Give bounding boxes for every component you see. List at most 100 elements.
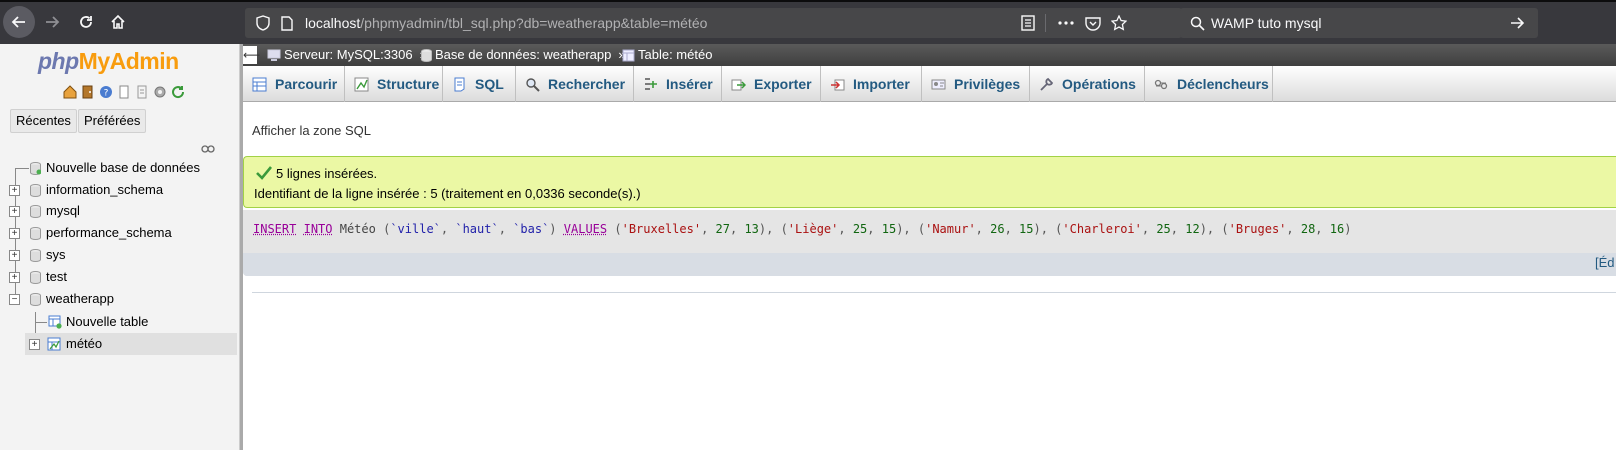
- settings-gear-icon[interactable]: [152, 84, 168, 100]
- browser-toolbar: localhost/phpmyadmin/tbl_sql.php?db=weat…: [0, 0, 1616, 44]
- collapse-icon[interactable]: −: [9, 294, 20, 305]
- forward-button[interactable]: [36, 6, 68, 38]
- tab-rechercher[interactable]: Rechercher: [516, 66, 634, 102]
- reload-button[interactable]: [70, 6, 102, 38]
- breadcrumb-database[interactable]: Base de données: weatherapp »: [421, 44, 626, 66]
- database-icon: [30, 205, 41, 218]
- tab-label: Opérations: [1062, 76, 1136, 92]
- home-button[interactable]: [102, 6, 134, 38]
- expand-icon[interactable]: +: [9, 272, 20, 283]
- import-icon: [829, 76, 845, 92]
- tree-item-database[interactable]: + mysql: [0, 200, 237, 222]
- tree-item-database-weatherapp[interactable]: − weatherapp: [0, 288, 237, 310]
- favorite-tables-button[interactable]: Préférées: [78, 109, 147, 133]
- reader-view-icon[interactable]: [1018, 13, 1038, 33]
- tree-item-new-database[interactable]: Nouvelle base de données: [0, 157, 237, 179]
- edit-inline-link[interactable]: [Éd: [1595, 255, 1615, 270]
- search-query[interactable]: WAMP tuto mysql: [1211, 15, 1321, 31]
- sql-number: 26: [990, 222, 1005, 236]
- breadcrumb-table[interactable]: Table: météo: [622, 44, 712, 66]
- tree-item-table-meteo[interactable]: + météo: [25, 333, 237, 355]
- expand-icon[interactable]: +: [9, 185, 20, 196]
- tab-strip-edge: [0, 0, 1616, 2]
- tab-importer[interactable]: Importer: [821, 66, 922, 102]
- tab-sql[interactable]: SQL: [443, 66, 516, 102]
- database-icon: [30, 184, 41, 197]
- table-tabs: Parcourir Structure SQL Rechercher Insér…: [243, 66, 1616, 102]
- breadcrumb-database-label: Base de données: weatherapp: [435, 47, 612, 62]
- sql-number: 13: [744, 222, 759, 236]
- sql-number: 25: [852, 222, 868, 236]
- help-icon[interactable]: ?: [98, 84, 114, 100]
- expand-icon[interactable]: +: [9, 250, 20, 261]
- breadcrumb-table-label: Table: météo: [638, 47, 713, 62]
- pocket-icon[interactable]: [1083, 13, 1103, 33]
- tree-item-label: information_schema: [46, 182, 164, 197]
- reload-nav-icon[interactable]: [170, 84, 186, 100]
- sql-string: 'Bruxelles': [621, 222, 702, 236]
- success-message: 5 lignes insérées. Identifiant de la lig…: [243, 156, 1616, 208]
- home-icon[interactable]: [62, 84, 78, 100]
- expand-icon[interactable]: +: [9, 206, 20, 217]
- search-icon: [1187, 13, 1207, 33]
- sql-string: 'Namur': [925, 222, 976, 236]
- sql-table-name: Météo: [339, 222, 376, 236]
- shield-icon[interactable]: [253, 13, 273, 33]
- tab-privileges[interactable]: Privilèges: [922, 66, 1030, 102]
- sql-number: 16: [1329, 222, 1345, 236]
- urlbar-separator: [1045, 14, 1046, 32]
- tab-exporter[interactable]: Exporter: [722, 66, 821, 102]
- table-add-icon: [48, 315, 62, 329]
- collapse-nav-arrow-icon[interactable]: ⟵: [243, 46, 260, 64]
- back-button[interactable]: [3, 6, 35, 38]
- tree-item-label: performance_schema: [46, 225, 172, 240]
- tree-item-label: mysql: [46, 203, 80, 218]
- sql-keyword[interactable]: INTO: [304, 222, 333, 236]
- sql-number: 15: [1019, 222, 1034, 236]
- expand-icon[interactable]: +: [9, 228, 20, 239]
- tab-label: Parcourir: [275, 76, 338, 92]
- sql-string: 'Charleroi': [1062, 222, 1142, 236]
- tree-item-database[interactable]: + performance_schema: [0, 222, 237, 244]
- tab-parcourir[interactable]: Parcourir: [243, 66, 345, 102]
- tab-label: Importer: [853, 76, 910, 92]
- export-icon: [730, 76, 746, 92]
- tree-item-database[interactable]: + test: [0, 266, 237, 288]
- tab-inserer[interactable]: Insérer: [634, 66, 722, 102]
- sql-number: 12: [1185, 222, 1200, 236]
- tab-operations[interactable]: Opérations: [1030, 66, 1145, 102]
- nav-quick-icons: ?: [62, 84, 186, 102]
- tree-item-database[interactable]: + sys: [0, 244, 237, 266]
- tab-label: Déclencheurs: [1177, 76, 1269, 92]
- bookmark-star-icon[interactable]: [1109, 13, 1129, 33]
- sql-keyword[interactable]: INSERT: [253, 222, 296, 236]
- recent-tables-button[interactable]: Récentes: [10, 109, 77, 133]
- documentation-icon[interactable]: [116, 84, 132, 100]
- more-actions-icon[interactable]: [1056, 13, 1076, 33]
- url-bar[interactable]: localhost/phpmyadmin/tbl_sql.php?db=weat…: [245, 8, 1182, 38]
- breadcrumb-server[interactable]: Serveur: MySQL:3306 »: [267, 44, 427, 66]
- tab-structure[interactable]: Structure: [345, 66, 443, 102]
- url-text[interactable]: localhost/phpmyadmin/tbl_sql.php?db=weat…: [305, 15, 707, 31]
- tab-declencheurs[interactable]: Déclencheurs: [1145, 66, 1273, 102]
- privileges-icon: [930, 76, 946, 92]
- show-sql-box-link[interactable]: Afficher la zone SQL: [252, 123, 371, 138]
- rows-inserted-text: 5 lignes insérées.: [276, 166, 378, 181]
- breadcrumb: Serveur: MySQL:3306 » Base de données: w…: [243, 44, 1616, 66]
- sql-number: 25: [1156, 222, 1171, 236]
- database-icon: [30, 227, 41, 240]
- sql-docs-icon[interactable]: [134, 84, 150, 100]
- breadcrumb-server-label: Serveur: MySQL:3306: [284, 47, 413, 62]
- link-with-main-icon[interactable]: [201, 142, 215, 156]
- tree-item-database[interactable]: + information_schema: [0, 179, 237, 201]
- phpmyadmin-logo[interactable]: phpMyAdmin: [38, 48, 179, 75]
- sql-column: `bas`: [513, 222, 550, 236]
- sql-string: 'Liège': [787, 222, 839, 236]
- page-info-icon[interactable]: [277, 13, 297, 33]
- search-bar[interactable]: WAMP tuto mysql: [1180, 8, 1538, 38]
- expand-icon[interactable]: +: [29, 339, 40, 350]
- tree-item-new-table[interactable]: Nouvelle table: [0, 311, 237, 333]
- logout-icon[interactable]: [80, 84, 96, 100]
- sql-keyword[interactable]: VALUES: [564, 222, 607, 236]
- go-arrow-icon[interactable]: [1507, 13, 1527, 33]
